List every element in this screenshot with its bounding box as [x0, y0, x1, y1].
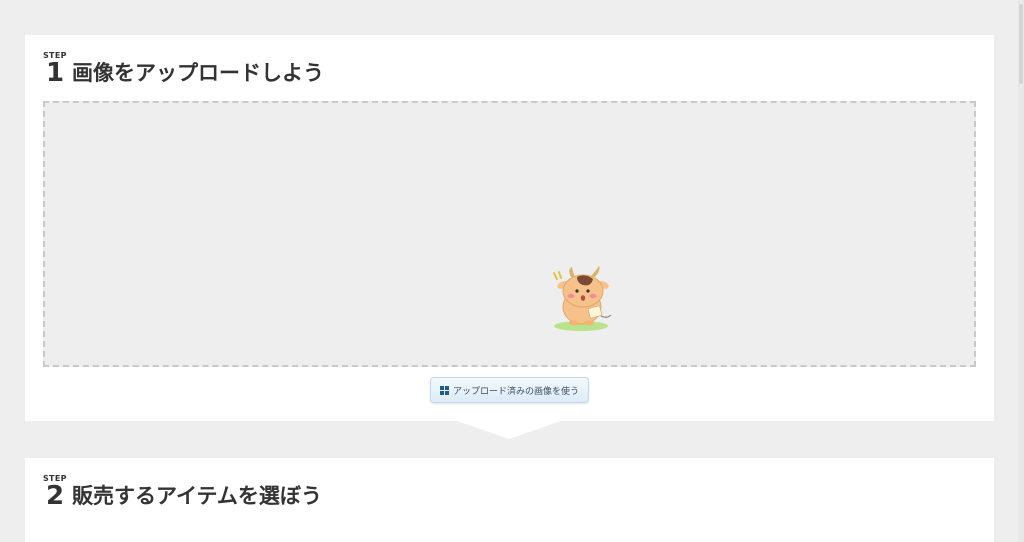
grid-icon	[439, 385, 449, 395]
page: STEP 1 画像をアップロードしよう アップロード済みの画像を使う STEP …	[0, 0, 1024, 542]
cow-mascot-illustration	[553, 266, 612, 331]
page-scrollbar[interactable]	[1018, 0, 1024, 542]
image-upload-dropzone[interactable]	[43, 101, 976, 367]
step1-card: STEP 1 画像をアップロードしよう アップロード済みの画像を使う	[25, 35, 994, 421]
use-uploaded-image-button[interactable]: アップロード済みの画像を使う	[430, 377, 589, 403]
step2-number: 2	[46, 481, 65, 511]
step1-title: 画像をアップロードしよう	[72, 61, 324, 85]
step2-title: 販売するアイテムを選ぼう	[72, 484, 322, 508]
step1-number: 1	[46, 58, 65, 88]
step2-card: STEP 2 販売するアイテムを選ぼう	[25, 458, 994, 542]
use-uploaded-image-label: アップロード済みの画像を使う	[452, 386, 579, 397]
step-arrow-divider	[457, 421, 561, 439]
scrollbar-thumb[interactable]	[1019, 4, 1023, 84]
